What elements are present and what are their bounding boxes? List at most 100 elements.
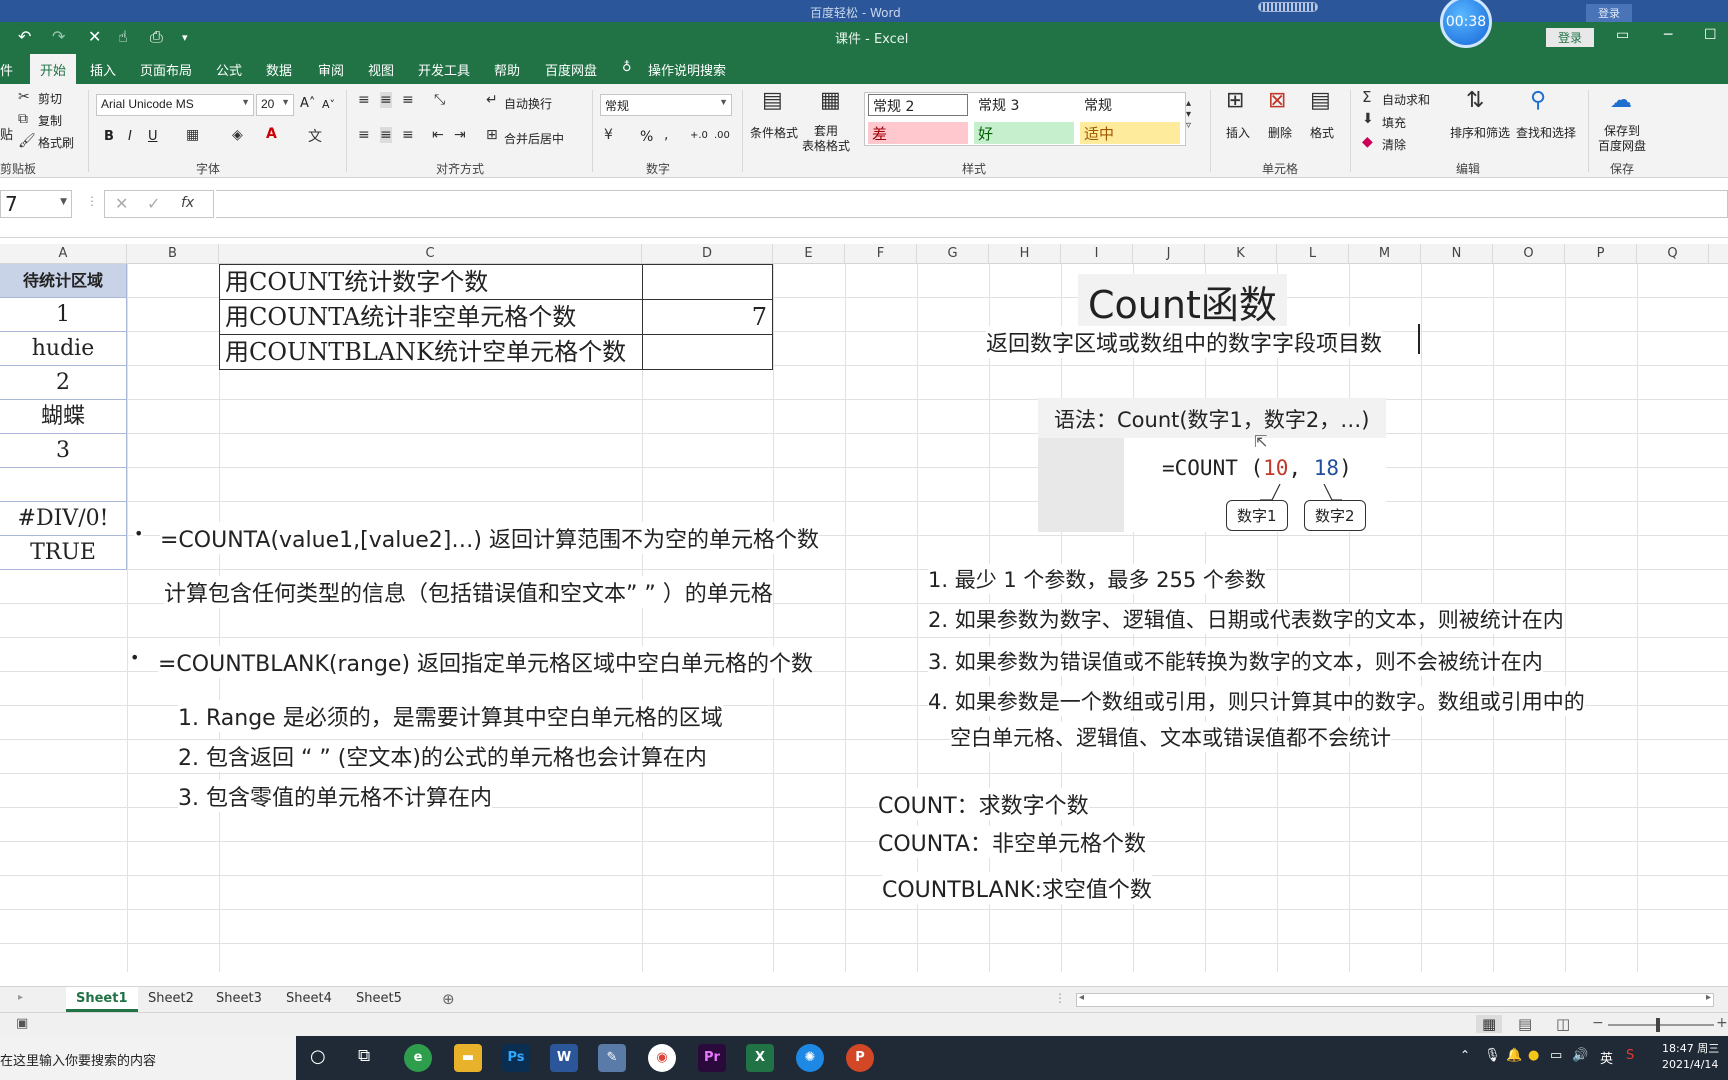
style-normal2[interactable]: 常规 2 xyxy=(868,94,968,116)
underline-button[interactable]: U xyxy=(148,129,158,144)
merge-center-button[interactable]: 合并后居中 xyxy=(504,130,564,147)
zoom-out-icon[interactable]: − xyxy=(1592,1015,1604,1031)
table-value-cell[interactable]: 7 xyxy=(642,299,773,335)
phonetic-icon[interactable]: 文 xyxy=(308,126,322,146)
fill-color-icon[interactable]: ◈ xyxy=(232,127,243,143)
cell-a-value[interactable]: 蝴蝶 xyxy=(0,400,127,434)
input-method-icon[interactable]: S xyxy=(1626,1048,1634,1063)
page-layout-view-icon[interactable]: ▤ xyxy=(1518,1015,1532,1033)
comma-icon[interactable]: , xyxy=(664,127,668,143)
maximize-icon[interactable]: ☐ xyxy=(1704,27,1717,43)
align-bottom-icon[interactable]: ≡ xyxy=(402,92,414,108)
tab-data[interactable]: 数据 xyxy=(266,60,292,79)
volume-icon[interactable]: 🔊 xyxy=(1572,1048,1588,1063)
page-break-view-icon[interactable]: ◫ xyxy=(1556,1015,1570,1033)
login-button[interactable]: 登录 xyxy=(1546,28,1595,47)
taskbar-search-box[interactable]: 在这里输入你要搜索的内容 xyxy=(0,1036,296,1080)
autosum-button[interactable]: 自动求和 xyxy=(1382,91,1430,108)
horizontal-scrollbar[interactable]: ◂ ▸ xyxy=(1076,992,1714,1007)
align-center-icon[interactable]: ≡ xyxy=(380,127,392,143)
macro-record-icon[interactable]: ▣ xyxy=(16,1016,28,1031)
insert-function-button[interactable]: fx xyxy=(181,195,194,211)
col-header-E[interactable]: E xyxy=(773,244,845,264)
tell-me-search[interactable]: 操作说明搜索 xyxy=(648,60,726,79)
clock-date[interactable]: 2021/4/14 xyxy=(1662,1058,1718,1071)
style-bad[interactable]: 差 xyxy=(868,122,968,144)
zoom-slider-thumb[interactable] xyxy=(1656,1018,1660,1032)
col-header-K[interactable]: K xyxy=(1205,244,1277,264)
zoom-slider[interactable] xyxy=(1608,1024,1714,1026)
sheet-tab-2[interactable]: Sheet2 xyxy=(138,987,204,1012)
tab-page-layout[interactable]: 页面布局 xyxy=(140,60,192,79)
col-header-P[interactable]: P xyxy=(1565,244,1637,264)
style-neutral[interactable]: 适中 xyxy=(1080,122,1180,144)
tab-scroll-left-icon[interactable]: ▸ xyxy=(18,992,23,1003)
sheet-tab-4[interactable]: Sheet4 xyxy=(276,987,342,1012)
font-size-combo[interactable]: 20 ▼ xyxy=(256,94,294,116)
quick-access-icon[interactable]: ✕ xyxy=(88,27,101,46)
italic-button[interactable]: I xyxy=(128,129,132,144)
cell-a-value[interactable]: hudie xyxy=(0,332,127,366)
align-middle-icon[interactable]: ≡ xyxy=(380,92,392,108)
ribbon-display-icon[interactable]: ▭ xyxy=(1616,27,1629,43)
col-header-O[interactable]: O xyxy=(1493,244,1565,264)
col-header-D[interactable]: D xyxy=(642,244,773,264)
tray-chevron-icon[interactable]: ⌃ xyxy=(1460,1048,1470,1062)
font-color-icon[interactable]: A xyxy=(266,126,277,142)
table-label-cell[interactable]: 用COUNTBLANK统计空单元格个数 xyxy=(219,334,643,370)
cut-button[interactable]: 剪切 xyxy=(38,90,62,107)
tab-home[interactable]: 开始 xyxy=(30,54,77,84)
align-left-icon[interactable]: ≡ xyxy=(358,127,370,143)
notification-icon[interactable]: 🔔 xyxy=(1506,1048,1522,1063)
name-box[interactable]: 7 ▼ xyxy=(0,190,72,218)
currency-icon[interactable]: ¥ xyxy=(604,127,613,143)
increase-indent-icon[interactable]: ⇥ xyxy=(454,127,466,143)
redo-icon[interactable]: ↷ xyxy=(52,27,65,46)
tray-app-icon[interactable]: ● xyxy=(1528,1048,1539,1063)
grow-font-button[interactable]: A˄ xyxy=(300,96,315,111)
style-good[interactable]: 好 xyxy=(974,122,1074,144)
microphone-icon[interactable]: 🎙 xyxy=(1484,1048,1501,1063)
tab-baidu[interactable]: 百度网盘 xyxy=(545,60,597,79)
enter-icon[interactable]: ✓ xyxy=(147,194,160,213)
table-label-cell[interactable]: 用COUNTA统计非空单元格个数 xyxy=(219,299,643,335)
print-icon[interactable]: ⎙ xyxy=(150,27,163,47)
border-icon[interactable]: ▦ xyxy=(186,127,199,143)
file-explorer-icon[interactable]: ▬ xyxy=(454,1044,482,1072)
excel-icon[interactable]: X xyxy=(746,1044,774,1072)
col-header-C[interactable]: C xyxy=(219,244,642,264)
col-header-I[interactable]: I xyxy=(1061,244,1133,264)
delete-cells-button[interactable]: 删除 xyxy=(1268,124,1292,141)
wrap-text-button[interactable]: 自动换行 xyxy=(504,95,552,112)
table-format-button[interactable]: 套用 表格格式 xyxy=(802,124,850,154)
app-icon[interactable]: ✺ xyxy=(796,1044,824,1072)
cell-a-value[interactable]: 1 xyxy=(0,298,127,332)
premiere-icon[interactable]: Pr xyxy=(698,1044,726,1072)
fill-button[interactable]: 填充 xyxy=(1382,114,1406,131)
tab-insert[interactable]: 插入 xyxy=(90,60,116,79)
input-language[interactable]: 英 xyxy=(1600,1048,1613,1067)
scroll-left-icon[interactable]: ◂ xyxy=(1079,992,1084,1003)
style-normal[interactable]: 常规 xyxy=(1080,94,1180,116)
col-header-N[interactable]: N xyxy=(1421,244,1493,264)
tab-view[interactable]: 视图 xyxy=(368,60,394,79)
cell-a-value[interactable] xyxy=(0,468,127,502)
normal-view-icon[interactable]: ▦ xyxy=(1476,1015,1503,1033)
cell-a-value[interactable]: #DIV/0! xyxy=(0,502,127,536)
save-baidu-button[interactable]: 保存到 百度网盘 xyxy=(1598,124,1646,154)
col-header-Q[interactable]: Q xyxy=(1637,244,1709,264)
tab-help[interactable]: 帮助 xyxy=(494,60,520,79)
undo-icon[interactable]: ↶ xyxy=(18,27,31,46)
orientation-icon[interactable]: ⤡ xyxy=(434,92,445,108)
tab-developer[interactable]: 开发工具 xyxy=(418,60,470,79)
insert-cells-button[interactable]: 插入 xyxy=(1226,124,1250,141)
col-header-F[interactable]: F xyxy=(845,244,917,264)
scroll-right-icon[interactable]: ▸ xyxy=(1706,992,1711,1003)
sort-filter-button[interactable]: 排序和筛选 xyxy=(1450,124,1510,141)
cell-a-header[interactable]: 待统计区域 xyxy=(0,264,127,298)
network-icon[interactable]: ▭ xyxy=(1550,1048,1562,1063)
add-sheet-icon[interactable]: ⊕ xyxy=(442,990,455,1008)
tab-formulas[interactable]: 公式 xyxy=(216,60,242,79)
decrease-decimal-button[interactable]: .00 xyxy=(714,130,730,141)
align-right-icon[interactable]: ≡ xyxy=(402,127,414,143)
